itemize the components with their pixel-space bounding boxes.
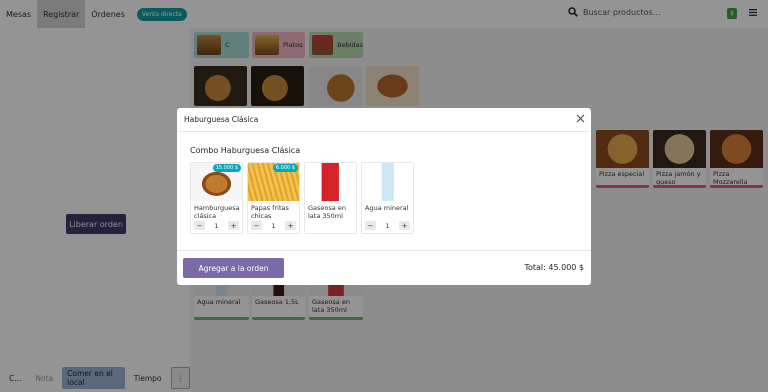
add-to-order-button[interactable]: Agregar a la orden bbox=[183, 258, 284, 278]
combo-item[interactable]: 6.000 $ Papas fritas chicas − 1 + bbox=[247, 162, 300, 234]
price-badge: 15.000 $ bbox=[212, 164, 241, 172]
combo-dialog: Haburguesa Clásica Combo Haburguesa Clás… bbox=[177, 108, 591, 285]
decrement-button[interactable]: − bbox=[251, 221, 262, 230]
price-badge: 6.000 $ bbox=[272, 164, 298, 172]
item-name: Papas fritas chicas bbox=[251, 204, 289, 221]
combo-item[interactable]: Agua mineral − 1 + bbox=[361, 162, 414, 234]
item-image: 6.000 $ bbox=[248, 163, 299, 201]
quantity-stepper: − 1 + bbox=[365, 221, 410, 230]
quantity-stepper: − 1 + bbox=[251, 221, 296, 230]
quantity-value: 1 bbox=[271, 221, 276, 230]
item-image bbox=[305, 163, 356, 201]
quantity-stepper: − 1 + bbox=[194, 221, 239, 230]
increment-button[interactable]: + bbox=[228, 221, 239, 230]
increment-button[interactable]: + bbox=[399, 221, 410, 230]
combo-item[interactable]: 15.000 $ Hamburguesa clásica − 1 + bbox=[190, 162, 243, 234]
item-name: Hamburguesa clásica bbox=[194, 204, 240, 221]
close-icon[interactable] bbox=[576, 114, 585, 123]
combo-title: Combo Haburguesa Clásica bbox=[190, 146, 301, 155]
dialog-title: Haburguesa Clásica bbox=[177, 108, 591, 132]
item-image bbox=[362, 163, 413, 201]
order-total: Total: 45.000 $ bbox=[524, 263, 584, 272]
combo-items: 15.000 $ Hamburguesa clásica − 1 + 6.000… bbox=[190, 162, 414, 234]
increment-button[interactable]: + bbox=[285, 221, 296, 230]
item-image: 15.000 $ bbox=[191, 163, 242, 201]
combo-item[interactable]: Gaseosa en lata 350ml bbox=[304, 162, 357, 234]
decrement-button[interactable]: − bbox=[365, 221, 376, 230]
item-name: Gaseosa en lata 350ml bbox=[308, 204, 346, 221]
item-name: Agua mineral bbox=[365, 204, 409, 212]
decrement-button[interactable]: − bbox=[194, 221, 205, 230]
quantity-value: 1 bbox=[214, 221, 219, 230]
quantity-value: 1 bbox=[385, 221, 390, 230]
dialog-footer: Agregar a la orden Total: 45.000 $ bbox=[177, 250, 591, 285]
